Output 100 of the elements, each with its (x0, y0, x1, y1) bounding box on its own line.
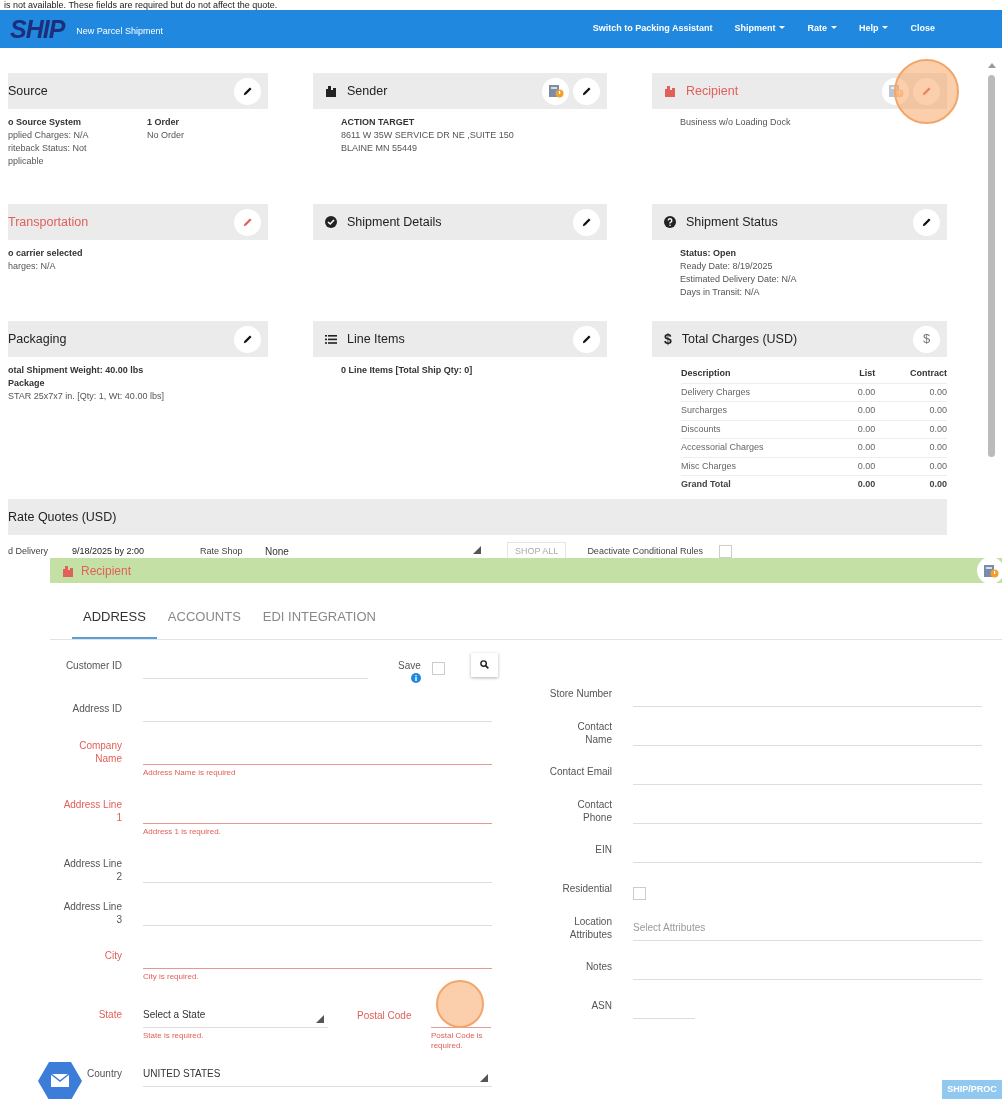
info-icon[interactable] (410, 672, 421, 683)
field-label: Rate Shop (200, 544, 244, 558)
checkbox[interactable] (431, 661, 445, 675)
panel-text: Business w/o Loading Dock (680, 116, 791, 129)
edit-button[interactable] (234, 325, 261, 353)
table-cell: Discounts (681, 420, 842, 439)
menu-item[interactable]: Switch to Packing Assistant (592, 22, 713, 36)
panel-title: Transportation (8, 213, 89, 231)
field-label: Notes (584, 960, 612, 973)
caret-icon (473, 545, 481, 554)
search-icon (479, 660, 489, 669)
table-cell: Accessorial Charges (681, 438, 842, 457)
select-field[interactable]: UNITED STATES (143, 1060, 492, 1087)
address-book-icon (982, 563, 999, 578)
table-cell: 0.00 (841, 457, 876, 476)
scrollbar-thumb[interactable] (988, 75, 995, 457)
panel-title: Sender (347, 82, 388, 100)
field-label: Address Line 1 (62, 797, 122, 824)
table-cell: 0.00 (875, 401, 947, 420)
dialog-title: Recipient (81, 562, 132, 580)
building-icon (325, 85, 337, 97)
edit-button[interactable] (573, 77, 600, 105)
panel-title: Packaging (8, 330, 67, 348)
select-field[interactable]: Select a State (143, 1001, 328, 1028)
address-book-button[interactable] (882, 77, 909, 105)
edit-button[interactable] (234, 77, 261, 105)
field-label: Contact Email (549, 765, 612, 778)
menu-item[interactable]: Help (858, 22, 889, 36)
panel-text: STAR 25x7x7 in. [Qty: 1, Wt: 40.00 lbs] (8, 390, 164, 403)
field-label: Company Name (78, 738, 122, 765)
field-label: ASN (590, 999, 612, 1012)
table-cell: 0.00 (841, 401, 876, 420)
edit-button[interactable] (913, 208, 940, 236)
field-label: Country (86, 1067, 122, 1080)
field-label: EIN (594, 843, 612, 856)
question-circle-icon (664, 216, 676, 228)
table-cell: Grand Total (681, 475, 842, 494)
edit-button[interactable] (573, 208, 600, 236)
field-label: Deactivate Conditional Rules (587, 544, 703, 558)
menu-item[interactable]: Shipment (734, 22, 786, 36)
charges-button[interactable]: $ (913, 325, 940, 353)
panel-text: o carrier selected (8, 247, 83, 260)
checkbox[interactable] (718, 545, 732, 558)
field-label: Location Attributes (568, 914, 612, 941)
pencil-icon (242, 85, 253, 97)
shop-all-button[interactable]: SHOP ALL (507, 541, 567, 558)
panel-text: harges: N/A (8, 260, 57, 273)
list-icon (325, 334, 337, 344)
panel-title: Line Items (347, 330, 405, 348)
input-field[interactable]: Select Attributes (633, 914, 982, 941)
checkbox[interactable] (633, 886, 646, 900)
tab[interactable]: ACCOUNTS (156, 600, 252, 639)
section-header: Rate Quotes (USD) (8, 499, 947, 535)
page-title: New Parcel Shipment (76, 25, 163, 39)
error-message: State is required. (143, 1030, 205, 1041)
panel-text: o Source System (8, 116, 83, 129)
pencil-icon (581, 333, 592, 345)
table-cell: 0.00 (875, 383, 947, 402)
scroll-up-icon[interactable] (988, 63, 996, 68)
table-cell: 0.00 (875, 420, 947, 439)
app-logo: SHIP (10, 16, 65, 42)
field-label: Address ID (71, 702, 122, 715)
pencil-icon (581, 216, 592, 228)
panel-text: 1 Order (147, 116, 180, 129)
edit-button[interactable] (573, 325, 600, 353)
panel-text: 8611 W 35W SERVICE DR NE ,SUITE 150 (341, 129, 514, 142)
field-label: Contact Name (576, 719, 612, 746)
search-button[interactable] (470, 652, 498, 677)
field-label: Address Line 2 (62, 856, 122, 883)
menu-item[interactable]: Rate (807, 22, 837, 36)
address-book-button[interactable] (977, 557, 1002, 584)
panel-text: otal Shipment Weight: 40.00 lbs (8, 364, 145, 377)
tab[interactable]: EDI INTEGRATION (251, 600, 387, 639)
tab[interactable]: ADDRESS (72, 600, 157, 639)
table-cell: Delivery Charges (681, 383, 842, 402)
panel-text: Estimated Delivery Date: N/A (680, 273, 797, 286)
pencil-icon (242, 216, 253, 228)
panel-text: pplied Charges: N/A (8, 129, 90, 142)
panel-text: ACTION TARGET (341, 116, 416, 129)
panel-text: Package (8, 377, 46, 390)
check-circle-icon (325, 216, 337, 228)
field-label: Contact Phone (576, 797, 612, 824)
table-cell: 0.00 (841, 420, 876, 439)
mail-icon[interactable] (38, 1062, 82, 1099)
field-label: City (103, 949, 122, 962)
error-message: Postal Code is required. (431, 1030, 484, 1051)
table-cell: 0.00 (841, 475, 876, 494)
panel-title: Shipment Details (347, 213, 442, 231)
menu-item[interactable]: Close (910, 22, 935, 36)
panel-text: Ready Date: 8/19/2025 (680, 260, 774, 273)
error-message: Address Name is required (143, 767, 237, 778)
error-message: City is required. (143, 971, 200, 982)
table-cell: Misc Charges (681, 457, 842, 476)
panel-text: 0 Line Items [Total Ship Qty: 0] (341, 364, 473, 377)
panel-text: pplicable (8, 155, 45, 168)
panel-title: Recipient (686, 82, 739, 100)
dollar-icon: $ (664, 328, 672, 350)
pencil-icon (921, 216, 932, 228)
address-book-icon (547, 84, 564, 98)
table-cell: 0.00 (841, 383, 876, 402)
